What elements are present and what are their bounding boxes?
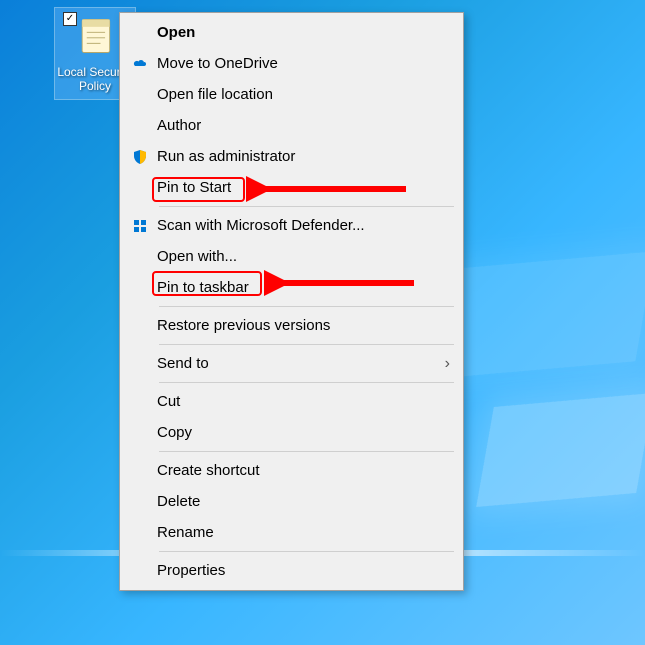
shield-icon [127, 149, 153, 165]
menu-item-delete[interactable]: Delete [121, 486, 462, 517]
menu-item-rename[interactable]: Rename [121, 517, 462, 548]
context-menu: Open Move to OneDrive Open file location Au… [119, 12, 464, 591]
menu-separator [159, 306, 454, 307]
menu-item-label: Run as administrator [153, 148, 450, 165]
menu-item-create-shortcut[interactable]: Create shortcut [121, 455, 462, 486]
menu-item-label: Restore previous versions [153, 317, 450, 334]
menu-separator [159, 551, 454, 552]
menu-item-scan-with-microsoft-defender[interactable]: Scan with Microsoft Defender... [121, 210, 462, 241]
menu-item-author[interactable]: Author [121, 110, 462, 141]
chevron-right-icon: › [445, 355, 450, 373]
menu-item-label: Open file location [153, 86, 450, 103]
menu-separator [159, 206, 454, 207]
menu-item-cut[interactable]: Cut [121, 386, 462, 417]
cloud-icon [127, 56, 153, 72]
menu-item-label: Send to [153, 355, 445, 372]
desktop-background[interactable]: ✓ Local Security Policy OpenMove to OneD… [0, 0, 645, 645]
menu-item-label: Author [153, 117, 450, 134]
menu-item-pin-to-taskbar[interactable]: Pin to taskbar [121, 272, 462, 303]
menu-item-label: Move to OneDrive [153, 55, 450, 72]
policy-file-icon [73, 14, 117, 58]
menu-item-open-with[interactable]: Open with... [121, 241, 462, 272]
menu-item-label: Pin to taskbar [153, 279, 450, 296]
menu-item-label: Copy [153, 424, 450, 441]
menu-item-properties[interactable]: Properties [121, 555, 462, 586]
menu-item-label: Delete [153, 493, 450, 510]
menu-item-restore-previous-versions[interactable]: Restore previous versions [121, 310, 462, 341]
menu-item-label: Open [153, 24, 450, 41]
menu-item-label: Pin to Start [153, 179, 450, 196]
menu-separator [159, 382, 454, 383]
menu-item-label: Properties [153, 562, 450, 579]
menu-item-label: Cut [153, 393, 450, 410]
menu-separator [159, 344, 454, 345]
menu-item-run-as-administrator[interactable]: Run as administrator [121, 141, 462, 172]
menu-item-label: Create shortcut [153, 462, 450, 479]
defender-icon [127, 218, 153, 234]
bg-light-beam [476, 393, 645, 507]
menu-item-open[interactable]: Open [121, 17, 462, 48]
menu-item-open-file-location[interactable]: Open file location [121, 79, 462, 110]
menu-item-label: Rename [153, 524, 450, 541]
selection-checkmark-icon: ✓ [63, 12, 77, 26]
menu-item-send-to[interactable]: Send to› [121, 348, 462, 379]
menu-item-label: Open with... [153, 248, 450, 265]
menu-separator [159, 451, 454, 452]
menu-item-copy[interactable]: Copy [121, 417, 462, 448]
menu-item-pin-to-start[interactable]: Pin to Start [121, 172, 462, 203]
menu-item-label: Scan with Microsoft Defender... [153, 217, 450, 234]
bg-light-beam [435, 251, 645, 378]
menu-item-move-to-onedrive[interactable]: Move to OneDrive [121, 48, 462, 79]
